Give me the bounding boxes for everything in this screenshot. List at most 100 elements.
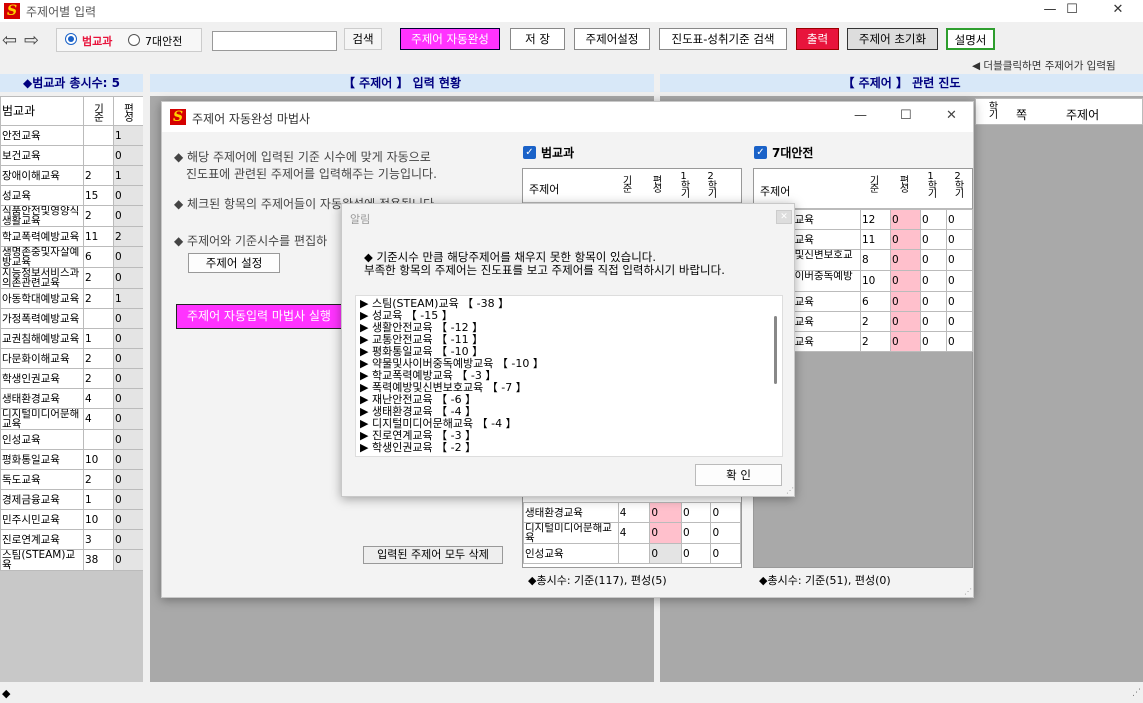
keyword-s1: 0 (680, 502, 712, 523)
table-row[interactable]: 스팀(STEAM)교육 38 0 (0, 549, 143, 571)
table-row[interactable]: 안전교육 1 (0, 125, 143, 146)
table-row[interactable]: 학생인권교육 2 0 (0, 368, 143, 389)
group-b-checkbox[interactable]: ✓ (754, 146, 767, 159)
keyword-base (617, 543, 651, 564)
subject-set: 0 (113, 185, 143, 206)
auto-complete-button[interactable]: 주제어 자동완성 (400, 28, 500, 50)
wizard-close-button[interactable]: ✕ (946, 108, 957, 123)
search-button[interactable]: 검색 (344, 28, 382, 50)
keyword-base: 2 (860, 331, 891, 352)
group-a-total: ◆총시수: 기준(117), 편성(5) (528, 574, 667, 587)
table-row[interactable]: 식품안전및영양식생활교육 2 0 (0, 205, 143, 227)
left-panel-title: ◆범교과 총시수: 5 (0, 74, 143, 92)
table-row[interactable]: 학교폭력예방교육 11 2 (0, 226, 143, 247)
radio-beomgyogwa[interactable] (65, 33, 77, 45)
table-row[interactable]: 아동학대예방교육 2 1 (0, 288, 143, 309)
subject-set: 0 (113, 267, 143, 289)
keyword-base: 8 (860, 249, 891, 271)
subject-name: 장애이해교육 (0, 165, 84, 186)
maximize-button[interactable]: ☐ (1052, 0, 1092, 22)
table-row[interactable]: 평화통일교육 10 0 (0, 449, 143, 470)
keyword-s2: 0 (946, 311, 973, 332)
back-arrow-icon[interactable]: ⇦ (2, 30, 17, 51)
alert-item-list[interactable]: ▶ 스팀(STEAM)교육 【 -38 】 ▶ 성교육 【 -15 】 ▶ 생활안전… (355, 295, 783, 457)
keyword-set: 0 (890, 209, 921, 230)
keyword-base: 4 (617, 522, 651, 544)
alert-close-button[interactable]: ✕ (776, 210, 792, 224)
subject-set: 0 (113, 388, 143, 409)
alert-list-scrollbar[interactable] (774, 316, 777, 384)
table-row[interactable]: 독도교육 2 0 (0, 469, 143, 490)
table-row[interactable]: 진로연계교육 3 0 (0, 529, 143, 550)
subject-base: 11 (83, 226, 114, 247)
search-input[interactable] (212, 31, 337, 51)
title-bar: S 주제어별 입력 — ☐ ✕ (0, 0, 1143, 22)
keyword-base: 6 (860, 291, 891, 312)
table-row[interactable]: 민주시민교육 10 0 (0, 509, 143, 530)
keyword-base: 4 (617, 502, 651, 523)
left-panel: 범교과 기준 편성 안전교육 1 보건교육 0 장애이해교육 2 1 성교육 15 0 식품안전및영… (0, 96, 143, 682)
keyword-setting-button[interactable]: 주제어설정 (574, 28, 650, 50)
table-row[interactable]: 교권침해예방교육 1 0 (0, 328, 143, 349)
subject-name: 경제금융교육 (0, 489, 84, 510)
delete-all-keywords-button[interactable]: 입력된 주제어 모두 삭제 (363, 546, 503, 564)
table-row[interactable]: 생명존중및자살예방교육 6 0 (0, 246, 143, 268)
table-row[interactable]: 디지털미디어문해교육 4 0 0 0 (523, 522, 741, 544)
wizard-desc-1: ◆ 해당 주제어에 입력된 기준 시수에 맞게 자동으로 (174, 150, 431, 164)
subject-name: 인성교육 (0, 429, 84, 450)
manual-button[interactable]: 설명서 (946, 28, 995, 50)
progress-search-button[interactable]: 진도표-성취기준 검색 (659, 28, 787, 50)
subject-base: 2 (83, 288, 114, 309)
reset-keyword-button[interactable]: 주제어 초기화 (847, 28, 938, 50)
subject-name: 가정폭력예방교육 (0, 308, 84, 329)
right-panel-title: 【 주제어 】 관련 진도 (660, 74, 1143, 92)
subject-base: 4 (83, 388, 114, 409)
wizard-logo-icon: S (170, 109, 186, 125)
subject-base: 2 (83, 348, 114, 369)
group-b-header-s2: 2학기 (952, 171, 963, 196)
alert-resize-grip-icon[interactable]: ⋰ (786, 486, 794, 495)
wizard-keyword-setting-button[interactable]: 주제어 설정 (188, 253, 280, 273)
table-row[interactable]: 디지털미디어문해교육 4 0 (0, 408, 143, 430)
subject-name: 지능정보서비스과의존관련교육 (0, 267, 84, 289)
keyword-s1: 0 (680, 543, 712, 564)
keyword-s1: 0 (920, 311, 947, 332)
subject-name: 다문화이해교육 (0, 348, 84, 369)
table-row[interactable]: 다문화이해교육 2 0 (0, 348, 143, 369)
save-button[interactable]: 저 장 (510, 28, 565, 50)
left-table: 범교과 기준 편성 안전교육 1 보건교육 0 장애이해교육 2 1 성교육 15 0 식품안전및영… (0, 96, 143, 571)
print-button[interactable]: 출력 (796, 28, 839, 50)
table-row[interactable]: 장애이해교육 2 1 (0, 165, 143, 186)
close-button[interactable]: ✕ (1098, 0, 1138, 22)
table-row[interactable]: 인성교육 0 0 0 (523, 543, 741, 564)
header-base: 기준 (83, 96, 114, 126)
keyword-set: 0 (649, 502, 682, 523)
forward-arrow-icon[interactable]: ⇨ (24, 30, 39, 51)
group-a-checkbox[interactable]: ✓ (523, 146, 536, 159)
table-row[interactable]: 생태환경교육 4 0 (0, 388, 143, 409)
subject-base: 2 (83, 469, 114, 490)
alert-ok-button[interactable]: 확 인 (695, 464, 782, 486)
wizard-resize-grip-icon[interactable]: ⋰ (964, 587, 972, 596)
wizard-run-button[interactable]: 주제어 자동입력 마법사 실행 (176, 304, 346, 329)
table-row[interactable]: 경제금융교육 1 0 (0, 489, 143, 510)
header-semester: 학기 (986, 101, 997, 117)
keyword-s1: 0 (920, 249, 947, 271)
subject-base: 1 (83, 328, 114, 349)
table-row[interactable]: 성교육 15 0 (0, 185, 143, 206)
wizard-maximize-button[interactable]: ☐ (900, 108, 912, 123)
subject-name: 식품안전및영양식생활교육 (0, 205, 84, 227)
table-row[interactable]: 생태환경교육 4 0 0 0 (523, 502, 741, 523)
subject-set: 0 (113, 368, 143, 389)
subject-set: 0 (113, 145, 143, 166)
resize-grip-icon[interactable]: ⋰ (1132, 688, 1141, 698)
keyword-set: 0 (890, 229, 921, 250)
subject-base (83, 429, 114, 450)
table-row[interactable]: 가정폭력예방교육 0 (0, 308, 143, 329)
radio-7safety[interactable] (128, 34, 140, 46)
table-row[interactable]: 보건교육 0 (0, 145, 143, 166)
wizard-minimize-button[interactable]: — (854, 108, 867, 123)
group-a-header-s2: 2학기 (705, 171, 716, 196)
table-row[interactable]: 지능정보서비스과의존관련교육 2 0 (0, 267, 143, 289)
table-row[interactable]: 인성교육 0 (0, 429, 143, 450)
